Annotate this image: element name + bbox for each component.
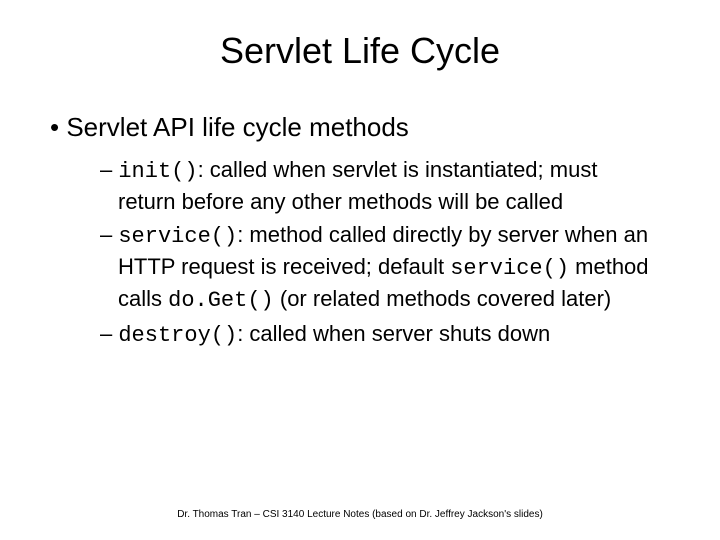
slide-footer: Dr. Thomas Tran – CSI 3140 Lecture Notes… [0, 509, 720, 520]
slide-title: Servlet Life Cycle [40, 30, 680, 72]
code-doget: do.Get() [168, 288, 274, 313]
code-destroy: destroy() [118, 323, 237, 348]
bullet-level-2-service: – service(): method called directly by s… [100, 220, 650, 315]
code-service: service() [118, 224, 237, 249]
dash-icon: – [100, 321, 118, 346]
text-destroy: : called when server shuts down [237, 321, 550, 346]
code-init: init() [118, 159, 197, 184]
text-service-3: (or related methods covered later) [274, 286, 612, 311]
bullet-level-2-init: – init(): called when servlet is instant… [100, 155, 650, 216]
dash-icon: – [100, 157, 118, 182]
dash-icon: – [100, 222, 118, 247]
bullet-level-1: Servlet API life cycle methods [50, 112, 680, 143]
bullet-level-2-destroy: – destroy(): called when server shuts do… [100, 319, 650, 351]
slide: Servlet Life Cycle Servlet API life cycl… [0, 0, 720, 351]
code-service-2: service() [450, 256, 569, 281]
